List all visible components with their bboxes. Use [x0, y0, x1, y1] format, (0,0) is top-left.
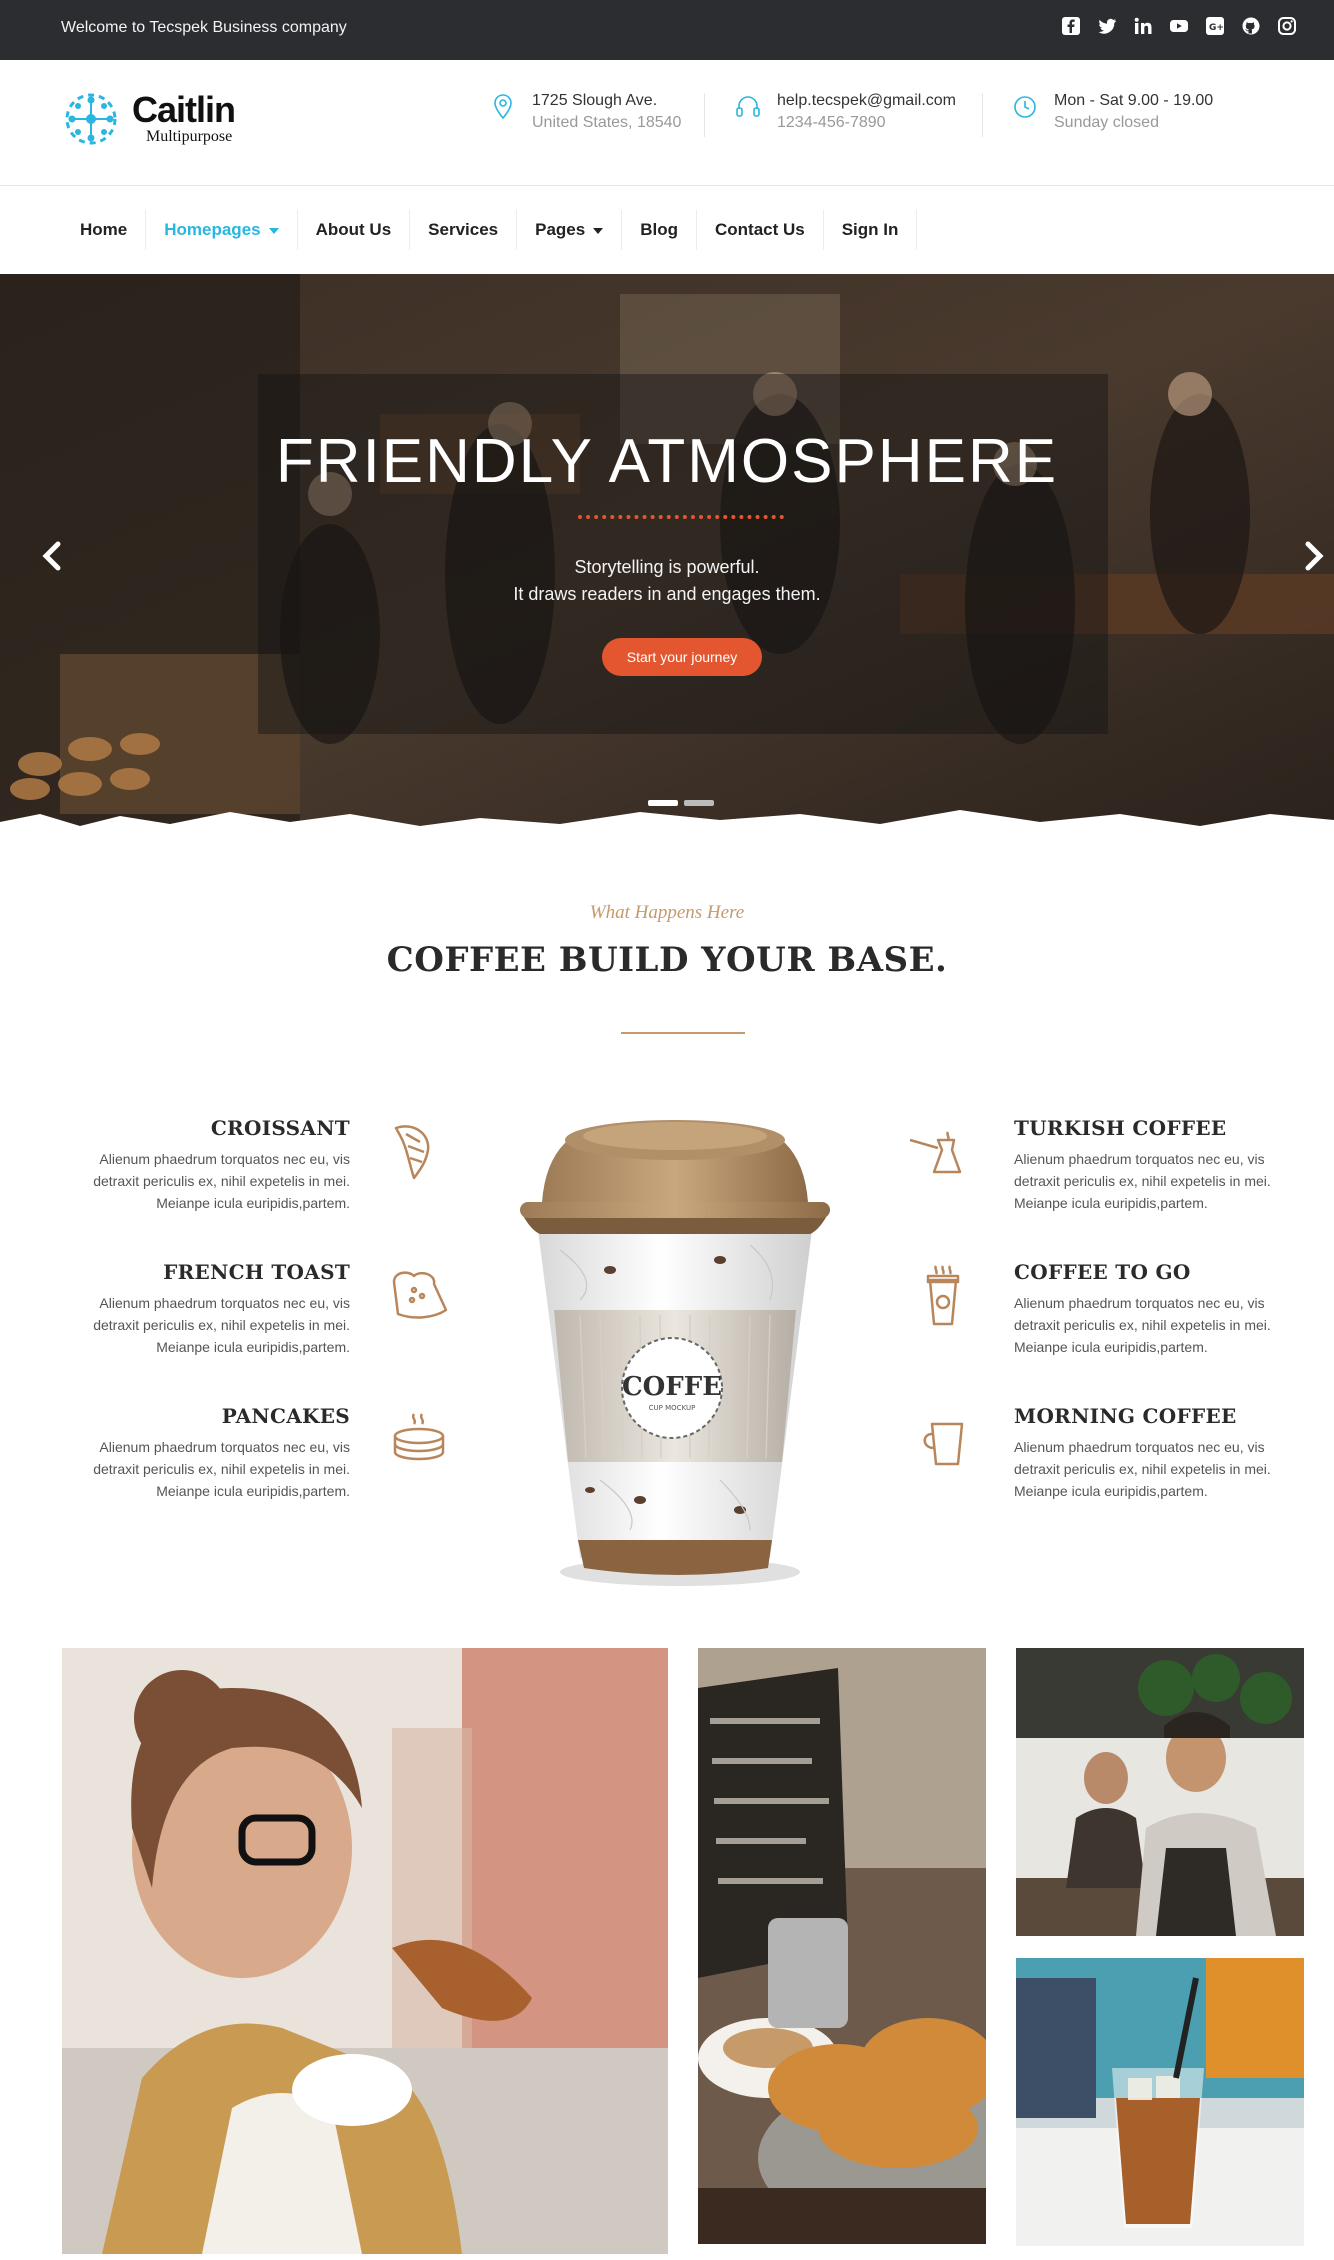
hours-line1: Mon - Sat 9.00 - 19.00	[1054, 92, 1214, 109]
feature-title: COFFEE TO GO	[1014, 1260, 1191, 1284]
feature-title: PANCAKES	[221, 1404, 350, 1428]
google-plus-icon[interactable]: G+	[1204, 15, 1226, 37]
feature-text: Alienum phaedrum torquatos nec eu, vis de…	[93, 1151, 350, 1211]
welcome-text: Welcome to Tecspek Business company	[61, 19, 347, 36]
gallery-image-woman-croissant	[62, 1648, 668, 2254]
coffee-cup-image: COFFE CUP MOCKUP	[520, 1120, 830, 1586]
chevron-down-icon	[593, 228, 604, 234]
feature-title: TURKISH COFFEE	[1014, 1116, 1227, 1140]
nav-label: Home	[80, 220, 128, 239]
feature-title: MORNING COFFEE	[1014, 1404, 1237, 1428]
coffee-to-go-icon	[926, 1265, 960, 1326]
feature-title: FRENCH TOAST	[163, 1260, 350, 1284]
gallery-image-baristas	[1016, 1648, 1304, 1936]
nav-label: Contact Us	[714, 220, 805, 239]
coffee-cup-icon	[923, 1422, 964, 1466]
nav-label: About Us	[315, 220, 392, 239]
feature-french-toast: FRENCH TOAST Alienum phaedrum torquatos …	[50, 1260, 350, 1358]
youtube-icon[interactable]	[1168, 15, 1190, 37]
divider	[704, 93, 705, 137]
slide-indicator-1[interactable]	[648, 800, 678, 806]
github-icon[interactable]	[1240, 15, 1262, 37]
nav-pages[interactable]: Pages	[517, 210, 623, 250]
feature-text: Alienum phaedrum torquatos nec eu, vis de…	[93, 1295, 350, 1355]
site-header: Caitlin Multipurpose 1725 Slough Ave. Un…	[0, 60, 1334, 186]
address-line1: 1725 Slough Ave.	[532, 92, 658, 109]
toast-icon	[392, 1271, 448, 1319]
logo[interactable]: Caitlin Multipurpose	[60, 88, 236, 150]
nav-home[interactable]: Home	[62, 210, 147, 250]
hero-subtitle-line1: Storytelling is powerful.	[574, 557, 760, 577]
social-links: G+	[1060, 15, 1298, 37]
feature-text: Alienum phaedrum torquatos nec eu, vis de…	[93, 1439, 350, 1499]
hours-info: Mon - Sat 9.00 - 19.00 Sunday closed	[1010, 90, 1213, 134]
logo-tagline: Multipurpose	[146, 128, 233, 145]
nav-blog[interactable]: Blog	[622, 210, 697, 250]
feature-coffee-to-go: COFFEE TO GO Alienum phaedrum torquatos …	[1014, 1260, 1314, 1358]
gallery-image-croissants-basket	[698, 1648, 986, 2244]
nav-services[interactable]: Services	[410, 210, 518, 250]
feature-morning-coffee: MORNING COFFEE Alienum phaedrum torquato…	[1014, 1404, 1314, 1502]
hero-divider	[578, 515, 784, 519]
croissant-icon	[394, 1125, 430, 1180]
nav-label: Sign In	[841, 220, 899, 239]
feature-text: Alienum phaedrum torquatos nec eu, vis de…	[1014, 1151, 1271, 1211]
feature-text: Alienum phaedrum torquatos nec eu, vis de…	[1014, 1295, 1271, 1355]
cup-label: COFFE	[622, 1372, 722, 1402]
cup-sublabel: CUP MOCKUP	[649, 1404, 696, 1412]
nav-contact-us[interactable]: Contact Us	[697, 210, 824, 250]
contact-email[interactable]: help.tecspek@gmail.com	[777, 90, 956, 112]
nav-sign-in[interactable]: Sign In	[824, 210, 918, 250]
section-title: COFFEE BUILD YOUR BASE.	[386, 940, 948, 980]
hero-subtitle-line2: It draws readers in and engages them.	[513, 584, 821, 604]
nav-label: Services	[428, 220, 499, 239]
nav-label: Blog	[640, 220, 678, 239]
gallery-image-iced-coffee	[1016, 1958, 1304, 2246]
top-bar: Welcome to Tecspek Business company G+	[0, 0, 1334, 60]
logo-mark-icon	[65, 93, 117, 145]
chevron-right-icon[interactable]	[1298, 536, 1328, 576]
address-line2: United States, 18540	[532, 114, 682, 131]
location-pin-icon	[494, 94, 512, 120]
main-nav: Home Homepages About Us Services Pages B…	[0, 186, 1334, 274]
slider-indicators	[648, 800, 714, 806]
feature-text: Alienum phaedrum torquatos nec eu, vis de…	[1014, 1439, 1271, 1499]
linkedin-icon[interactable]	[1132, 15, 1154, 37]
instagram-icon[interactable]	[1276, 15, 1298, 37]
nav-label: Pages	[535, 220, 586, 239]
address-info: 1725 Slough Ave. United States, 18540	[488, 90, 681, 134]
feature-croissant: CROISSANT Alienum phaedrum torquatos nec…	[50, 1116, 350, 1214]
section-divider	[621, 1032, 745, 1034]
nav-label: Homepages	[164, 220, 261, 239]
twitter-icon[interactable]	[1096, 15, 1118, 37]
feature-title: CROISSANT	[210, 1116, 350, 1140]
hours-line2: Sunday closed	[1054, 114, 1159, 131]
headset-icon	[736, 96, 760, 117]
hero-title: FRIENDLY ATMOSPHERE	[275, 427, 1059, 496]
facebook-icon[interactable]	[1060, 15, 1082, 37]
chevron-down-icon	[268, 228, 279, 234]
chevron-left-icon[interactable]	[38, 536, 68, 576]
contact-phone[interactable]: 1234-456-7890	[777, 112, 956, 134]
feature-turkish-coffee: TURKISH COFFEE Alienum phaedrum torquato…	[1014, 1116, 1314, 1214]
pancakes-icon	[393, 1413, 445, 1461]
svg-text:G+: G+	[1209, 23, 1224, 33]
nav-homepages[interactable]: Homepages	[146, 210, 298, 250]
hero-subtitle: Storytelling is powerful. It draws reade…	[0, 554, 1334, 608]
nav-about-us[interactable]: About Us	[298, 210, 411, 250]
section-eyebrow: What Happens Here	[589, 902, 745, 923]
slide-indicator-2[interactable]	[684, 800, 714, 806]
feature-pancakes: PANCAKES Alienum phaedrum torquatos nec …	[50, 1404, 350, 1502]
contact-info: help.tecspek@gmail.com 1234-456-7890	[733, 90, 956, 134]
start-journey-button[interactable]: Start your journey	[602, 638, 762, 676]
divider	[982, 93, 983, 137]
logo-name: Caitlin	[132, 89, 236, 130]
hero-slider: FRIENDLY ATMOSPHERE Storytelling is powe…	[0, 274, 1334, 834]
turkish-coffee-pot-icon	[909, 1131, 962, 1174]
clock-icon	[1014, 96, 1036, 118]
